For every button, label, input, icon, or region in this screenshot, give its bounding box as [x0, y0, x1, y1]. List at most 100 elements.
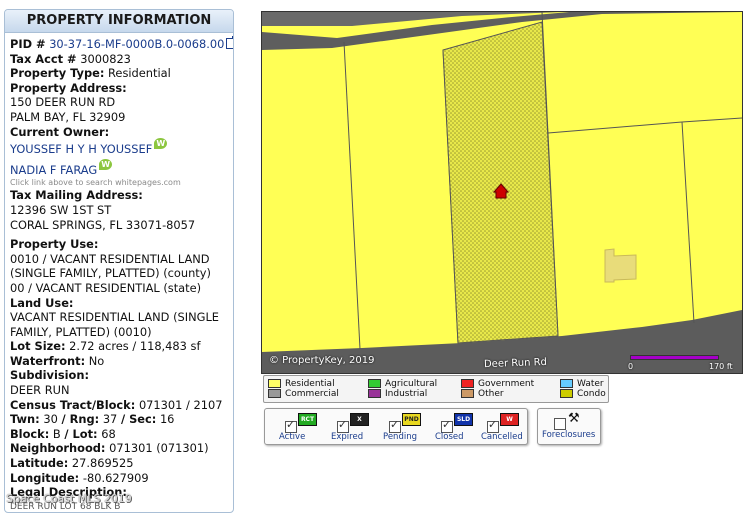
- property-type-label: Property Type:: [10, 66, 105, 81]
- whitepages-hint: Click link above to search whitepages.co…: [10, 178, 181, 188]
- status-filter-group: RCT Active X Expired PND Pending SLD Clo…: [264, 408, 528, 445]
- latitude-label: Latitude:: [10, 456, 69, 471]
- legend-label: Government: [478, 379, 535, 389]
- foreclosures-checkbox[interactable]: [554, 418, 566, 430]
- block-label: Block:: [10, 426, 50, 441]
- closed-tag-icon: SLD: [454, 413, 473, 426]
- land-use-label: Land Use:: [10, 295, 74, 310]
- legend-label: Condo: [577, 389, 606, 399]
- property-address-label: Property Address:: [10, 80, 127, 95]
- map-canvas: [262, 12, 742, 373]
- panel-body: PID # 30-37-16-MF-0000B.0-0068.00 Tax Ac…: [5, 33, 233, 512]
- legend-item-water: Water: [560, 379, 604, 389]
- legend-label: Other: [478, 389, 504, 399]
- legend-label: Commercial: [285, 389, 339, 399]
- property-use-line: (SINGLE FAMILY, PLATTED) (county): [10, 266, 211, 281]
- building-footprint: [604, 248, 637, 283]
- expired-label: Expired: [331, 432, 364, 442]
- property-use-line: 0010 / VACANT RESIDENTIAL LAND: [10, 251, 210, 266]
- scale-start-label: 0: [628, 362, 634, 371]
- lot-size-label: Lot Size:: [10, 339, 66, 354]
- lot-value: 68: [101, 426, 116, 441]
- block-value: B: [52, 426, 61, 441]
- filter-cancelled[interactable]: W Cancelled: [477, 412, 529, 442]
- external-link-icon[interactable]: [226, 36, 233, 49]
- whitepages-icon[interactable]: W: [99, 158, 113, 170]
- owner-link-2[interactable]: NADIA F FARAG: [10, 163, 97, 177]
- census-label: Census Tract/Block:: [10, 397, 136, 412]
- land-use-line: FAMILY, PLATTED) (0010): [10, 324, 152, 339]
- tax-acct-value: 3000823: [80, 51, 131, 66]
- longitude-value: -80.627909: [82, 470, 149, 485]
- rng-label: / Rng:: [61, 412, 100, 427]
- legend-label: Water: [577, 379, 604, 389]
- cancelled-tag-icon: W: [500, 413, 519, 426]
- swatch-icon: [268, 379, 281, 388]
- waterfront-label: Waterfront:: [10, 353, 86, 368]
- filter-expired[interactable]: X Expired: [327, 412, 379, 442]
- rng-value: 37: [102, 412, 118, 427]
- mailing-address-line1: 12396 SW 1ST ST: [10, 202, 112, 217]
- foreclosures-filter[interactable]: ⚒ Foreclosures: [537, 408, 601, 445]
- waterfront-value: No: [88, 353, 105, 368]
- subdivision-label: Subdivision:: [10, 368, 90, 383]
- subdivision-value: DEER RUN: [10, 383, 70, 398]
- legend-item-industrial: Industrial: [368, 389, 427, 399]
- legend-item-commercial: Commercial: [268, 389, 339, 399]
- cancelled-label: Cancelled: [481, 432, 523, 442]
- filter-pending[interactable]: PND Pending: [379, 412, 431, 442]
- active-tag-icon: RCT: [298, 413, 317, 426]
- foreclosures-label: Foreclosures: [542, 430, 596, 440]
- twn-value: 30: [43, 412, 58, 427]
- panel-title: PROPERTY INFORMATION: [5, 10, 233, 33]
- pending-label: Pending: [383, 432, 417, 442]
- active-label: Active: [279, 432, 306, 442]
- mls-copyright: Space Coast MLS 2019: [6, 492, 132, 505]
- sec-value: 16: [159, 412, 175, 427]
- legend-item-residential: Residential: [268, 379, 335, 389]
- map-copyright: © PropertyKey, 2019: [269, 355, 375, 366]
- scale-end-label: 170 ft: [709, 362, 733, 371]
- longitude-label: Longitude:: [10, 470, 80, 485]
- pid-link[interactable]: 30-37-16-MF-0000B.0-0068.00: [49, 37, 224, 51]
- mailing-address-label: Tax Mailing Address:: [10, 188, 143, 203]
- latitude-value: 27.869525: [71, 456, 134, 471]
- swatch-icon: [560, 389, 573, 398]
- pid-label: PID #: [10, 37, 46, 51]
- neighborhood-value: 071301 (071301): [109, 441, 209, 456]
- tax-acct-label: Tax Acct #: [10, 51, 77, 66]
- swatch-icon: [461, 379, 474, 388]
- road-label: Deer Run Rd: [483, 356, 548, 371]
- scale-bar: [630, 355, 719, 360]
- neighborhood-label: Neighborhood:: [10, 441, 106, 456]
- gavel-icon: ⚒: [568, 411, 580, 426]
- legend-item-condo: Condo: [560, 389, 606, 399]
- property-address-line1: 150 DEER RUN RD: [10, 95, 116, 110]
- whitepages-icon[interactable]: W: [154, 138, 168, 150]
- property-info-panel: PROPERTY INFORMATION PID # 30-37-16-MF-0…: [4, 9, 234, 513]
- legend-label: Residential: [285, 379, 335, 389]
- sec-label: / Sec:: [120, 412, 157, 427]
- swatch-icon: [368, 379, 381, 388]
- legend-item-other: Other: [461, 389, 504, 399]
- property-type-value: Residential: [108, 66, 171, 81]
- land-use-line: VACANT RESIDENTIAL LAND (SINGLE: [10, 310, 220, 325]
- twn-label: Twn:: [10, 412, 40, 427]
- lot-label: / Lot:: [64, 426, 98, 441]
- lot-size-value: 2.72 acres / 118,483 sf: [69, 339, 201, 354]
- current-owner-label: Current Owner:: [10, 124, 110, 139]
- swatch-icon: [368, 389, 381, 398]
- census-value: 071301 / 2107: [138, 397, 223, 412]
- owner-link-1[interactable]: YOUSSEF H Y H YOUSSEF: [10, 142, 152, 156]
- legend-label: Industrial: [385, 389, 428, 399]
- legend-item-agricultural: Agricultural: [368, 379, 437, 389]
- parcel-map[interactable]: © PropertyKey, 2019 Deer Run Rd 0 170 ft: [261, 11, 743, 374]
- filter-active[interactable]: RCT Active: [275, 412, 327, 442]
- mailing-address-line2: CORAL SPRINGS, FL 33071-8057: [10, 217, 196, 232]
- pending-tag-icon: PND: [402, 413, 421, 426]
- land-use-legend: Residential Commercial Agricultural Indu…: [263, 375, 609, 403]
- filter-closed[interactable]: SLD Closed: [431, 412, 483, 442]
- property-use-line: 00 / VACANT RESIDENTIAL (state): [10, 280, 202, 295]
- property-address-line2: PALM BAY, FL 32909: [10, 109, 126, 124]
- legend-item-government: Government: [461, 379, 534, 389]
